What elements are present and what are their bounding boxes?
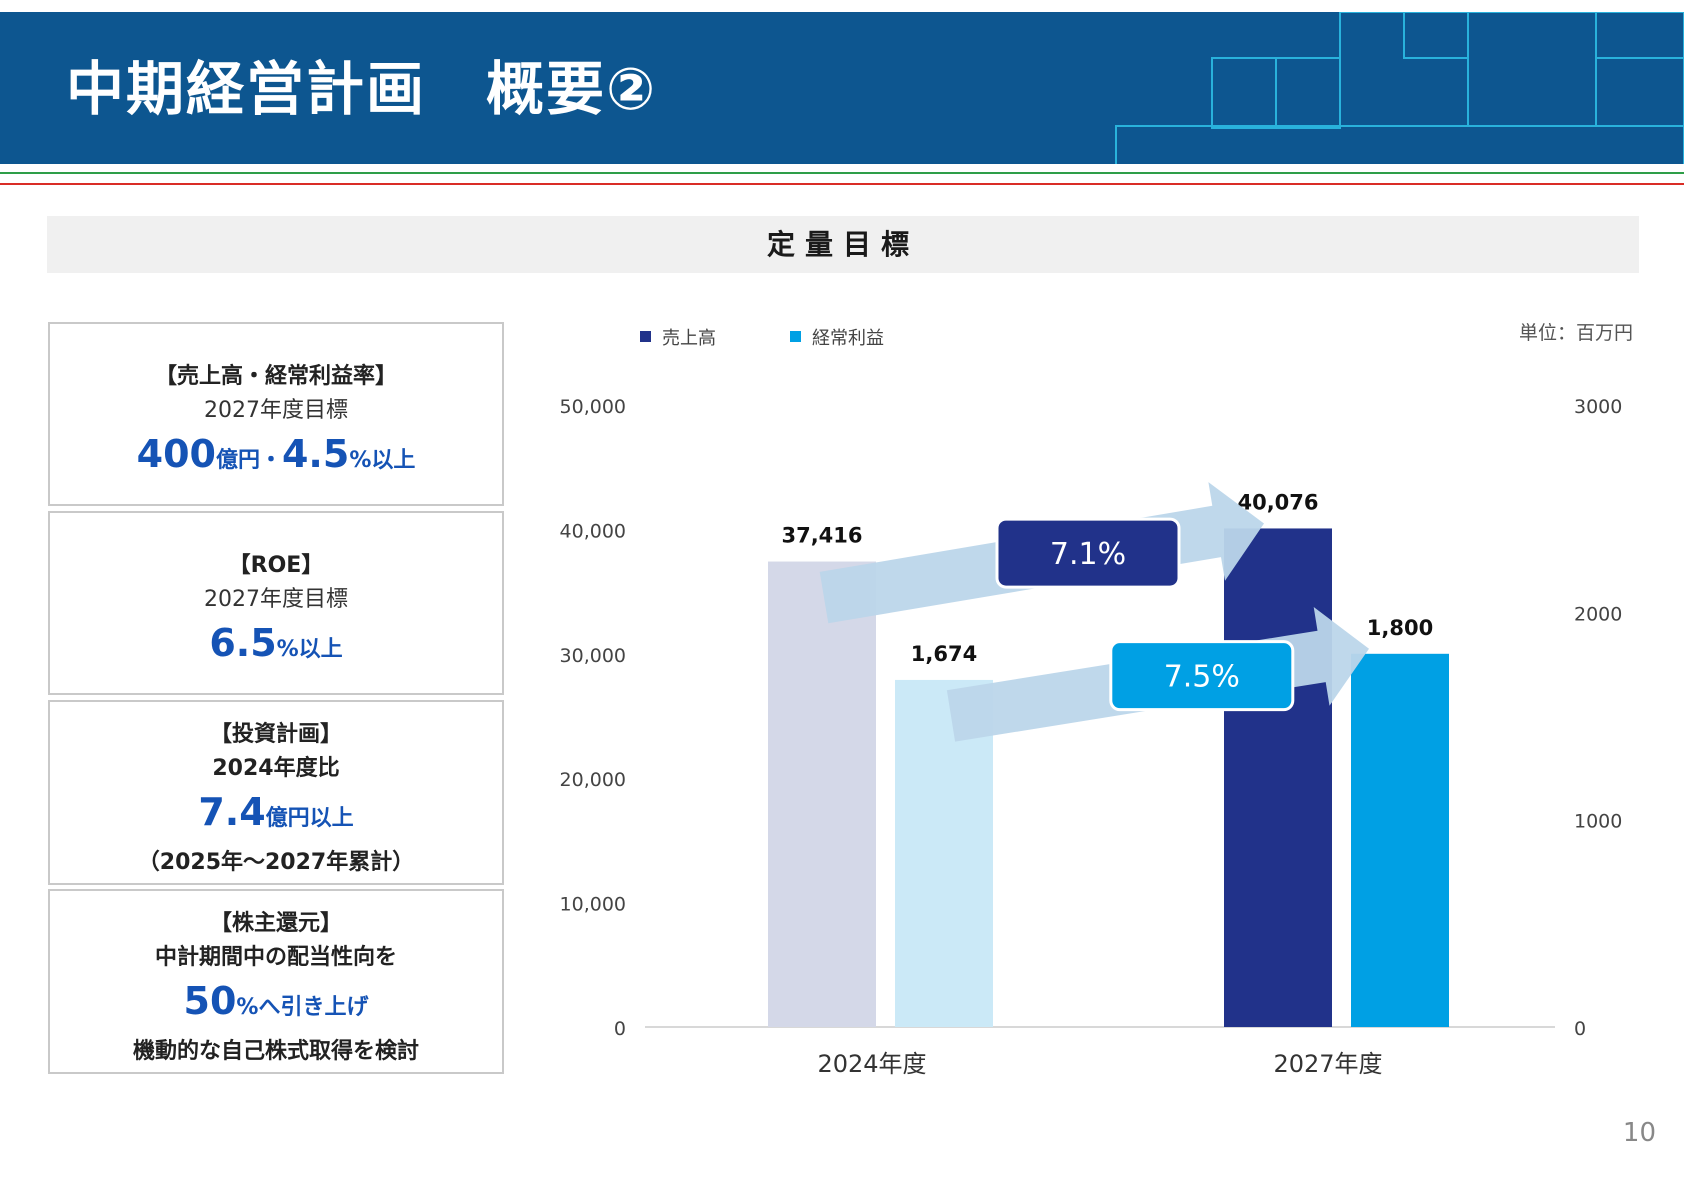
y-right-tick-label: 2000 [1574, 603, 1622, 625]
y-right-tick-label: 0 [1574, 1018, 1586, 1040]
legend-label: 売上高 [662, 328, 716, 349]
growth-rate-label: 7.5% [1164, 660, 1240, 695]
growth-rate-label: 7.1% [1050, 537, 1126, 572]
page-number: 10 [1622, 1118, 1656, 1148]
legend-swatch [790, 331, 801, 342]
y-left-tick-label: 30,000 [560, 645, 626, 667]
data-label: 40,076 [1237, 490, 1318, 514]
data-label: 1,674 [911, 642, 977, 666]
legend-swatch [640, 331, 651, 342]
data-label: 1,800 [1367, 616, 1433, 640]
bar-chart: 0 10,000 20,000 30,000 40,000 50,000 0 1000 2000… [560, 322, 1633, 1078]
legend-label: 経常利益 [812, 328, 884, 349]
bar-sales-0 [768, 561, 876, 1027]
y-left-tick-label: 20,000 [560, 769, 626, 791]
x-tick-label: 2024年度 [817, 1050, 926, 1078]
y-left-tick-label: 0 [614, 1018, 626, 1040]
y-left-tick-label: 40,000 [560, 520, 626, 542]
data-label: 37,416 [781, 524, 862, 548]
unit-label: 単位：百万円 [1519, 322, 1633, 344]
bar-sales-1 [1224, 528, 1332, 1027]
y-right-tick-label: 1000 [1574, 811, 1622, 833]
y-right-tick-label: 3000 [1574, 396, 1622, 418]
y-left-tick-label: 10,000 [560, 894, 626, 916]
bar-profit-1 [1351, 653, 1449, 1027]
y-left-tick-label: 50,000 [560, 396, 626, 418]
x-tick-label: 2027年度 [1273, 1050, 1382, 1078]
